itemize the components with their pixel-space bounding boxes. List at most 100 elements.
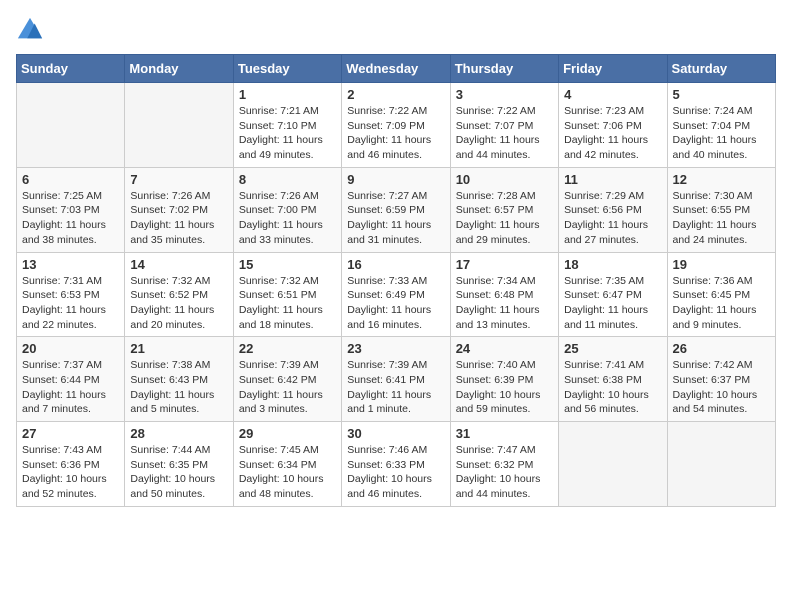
logo-icon: [16, 16, 44, 44]
day-number: 3: [456, 87, 553, 102]
calendar-cell: 28Sunrise: 7:44 AM Sunset: 6:35 PM Dayli…: [125, 422, 233, 507]
day-info: Sunrise: 7:25 AM Sunset: 7:03 PM Dayligh…: [22, 189, 119, 248]
weekday-header: Tuesday: [233, 55, 341, 83]
calendar-cell: [667, 422, 775, 507]
day-number: 17: [456, 257, 553, 272]
calendar-cell: 8 Sunrise: 7:26 AM Sunset: 7:00 PM Daylig…: [233, 167, 341, 252]
day-info: Sunrise: 7:43 AM Sunset: 6:36 PM Dayligh…: [22, 443, 119, 502]
weekday-header-row: SundayMondayTuesdayWednesdayThursdayFrid…: [17, 55, 776, 83]
calendar-cell: 10Sunrise: 7:28 AM Sunset: 6:57 PM Dayli…: [450, 167, 558, 252]
day-number: 31: [456, 426, 553, 441]
calendar-cell: 6Sunrise: 7:25 AM Sunset: 7:03 PM Daylig…: [17, 167, 125, 252]
day-info: Sunrise: 7:22 AM Sunset: 7:09 PM Dayligh…: [347, 104, 444, 163]
day-number: 11: [564, 172, 661, 187]
day-info: Sunrise: 7:33 AM Sunset: 6:49 PM Dayligh…: [347, 274, 444, 333]
calendar-cell: 16 Sunrise: 7:33 AM Sunset: 6:49 PM Dayli…: [342, 252, 450, 337]
day-info: Sunrise: 7:22 AM Sunset: 7:07 PM Dayligh…: [456, 104, 553, 163]
calendar-cell: 22Sunrise: 7:39 AM Sunset: 6:42 PM Dayli…: [233, 337, 341, 422]
weekday-header: Saturday: [667, 55, 775, 83]
day-info: Sunrise: 7:31 AM Sunset: 6:53 PM Dayligh…: [22, 274, 119, 333]
calendar-cell: 19 Sunrise: 7:36 AM Sunset: 6:45 PM Dayli…: [667, 252, 775, 337]
day-info: Sunrise: 7:47 AM Sunset: 6:32 PM Dayligh…: [456, 443, 553, 502]
day-number: 12: [673, 172, 770, 187]
day-number: 10: [456, 172, 553, 187]
day-info: Sunrise: 7:39 AM Sunset: 6:41 PM Dayligh…: [347, 358, 444, 417]
logo: [16, 16, 48, 44]
calendar-cell: 31 Sunrise: 7:47 AM Sunset: 6:32 PM Dayli…: [450, 422, 558, 507]
calendar-cell: 30 Sunrise: 7:46 AM Sunset: 6:33 PM Dayli…: [342, 422, 450, 507]
calendar-cell: 3 Sunrise: 7:22 AM Sunset: 7:07 PM Daylig…: [450, 83, 558, 168]
day-number: 29: [239, 426, 336, 441]
calendar-cell: 2 Sunrise: 7:22 AM Sunset: 7:09 PM Daylig…: [342, 83, 450, 168]
day-number: 8: [239, 172, 336, 187]
day-info: Sunrise: 7:26 AM Sunset: 7:00 PM Dayligh…: [239, 189, 336, 248]
day-info: Sunrise: 7:29 AM Sunset: 6:56 PM Dayligh…: [564, 189, 661, 248]
day-info: Sunrise: 7:24 AM Sunset: 7:04 PM Dayligh…: [673, 104, 770, 163]
day-number: 20: [22, 341, 119, 356]
day-info: Sunrise: 7:42 AM Sunset: 6:37 PM Dayligh…: [673, 358, 770, 417]
day-number: 14: [130, 257, 227, 272]
calendar-cell: 21 Sunrise: 7:38 AM Sunset: 6:43 PM Dayli…: [125, 337, 233, 422]
calendar-week-row: 20 Sunrise: 7:37 AM Sunset: 6:44 PM Dayli…: [17, 337, 776, 422]
weekday-header: Wednesday: [342, 55, 450, 83]
calendar-cell: 11 Sunrise: 7:29 AM Sunset: 6:56 PM Dayli…: [559, 167, 667, 252]
day-number: 24: [456, 341, 553, 356]
day-number: 23: [347, 341, 444, 356]
calendar-cell: 5 Sunrise: 7:24 AM Sunset: 7:04 PM Daylig…: [667, 83, 775, 168]
day-number: 19: [673, 257, 770, 272]
calendar-cell: 17 Sunrise: 7:34 AM Sunset: 6:48 PM Dayli…: [450, 252, 558, 337]
day-info: Sunrise: 7:27 AM Sunset: 6:59 PM Dayligh…: [347, 189, 444, 248]
day-number: 27: [22, 426, 119, 441]
day-info: Sunrise: 7:44 AM Sunset: 6:35 PM Dayligh…: [130, 443, 227, 502]
day-info: Sunrise: 7:34 AM Sunset: 6:48 PM Dayligh…: [456, 274, 553, 333]
day-number: 22: [239, 341, 336, 356]
weekday-header: Sunday: [17, 55, 125, 83]
calendar-cell: 9Sunrise: 7:27 AM Sunset: 6:59 PM Daylig…: [342, 167, 450, 252]
day-info: Sunrise: 7:35 AM Sunset: 6:47 PM Dayligh…: [564, 274, 661, 333]
day-number: 18: [564, 257, 661, 272]
day-number: 16: [347, 257, 444, 272]
day-info: Sunrise: 7:40 AM Sunset: 6:39 PM Dayligh…: [456, 358, 553, 417]
calendar-cell: 29 Sunrise: 7:45 AM Sunset: 6:34 PM Dayli…: [233, 422, 341, 507]
calendar-cell: 18 Sunrise: 7:35 AM Sunset: 6:47 PM Dayli…: [559, 252, 667, 337]
day-number: 4: [564, 87, 661, 102]
calendar-cell: [17, 83, 125, 168]
day-number: 15: [239, 257, 336, 272]
day-info: Sunrise: 7:30 AM Sunset: 6:55 PM Dayligh…: [673, 189, 770, 248]
day-number: 2: [347, 87, 444, 102]
day-info: Sunrise: 7:36 AM Sunset: 6:45 PM Dayligh…: [673, 274, 770, 333]
calendar-cell: [125, 83, 233, 168]
calendar-cell: 26 Sunrise: 7:42 AM Sunset: 6:37 PM Dayli…: [667, 337, 775, 422]
day-info: Sunrise: 7:32 AM Sunset: 6:52 PM Dayligh…: [130, 274, 227, 333]
day-info: Sunrise: 7:37 AM Sunset: 6:44 PM Dayligh…: [22, 358, 119, 417]
day-info: Sunrise: 7:38 AM Sunset: 6:43 PM Dayligh…: [130, 358, 227, 417]
calendar-week-row: 27 Sunrise: 7:43 AM Sunset: 6:36 PM Dayli…: [17, 422, 776, 507]
day-number: 30: [347, 426, 444, 441]
calendar-cell: 1 Sunrise: 7:21 AM Sunset: 7:10 PM Daylig…: [233, 83, 341, 168]
day-number: 7: [130, 172, 227, 187]
calendar-cell: 24 Sunrise: 7:40 AM Sunset: 6:39 PM Dayli…: [450, 337, 558, 422]
day-info: Sunrise: 7:45 AM Sunset: 6:34 PM Dayligh…: [239, 443, 336, 502]
calendar-cell: [559, 422, 667, 507]
calendar-cell: 14 Sunrise: 7:32 AM Sunset: 6:52 PM Dayli…: [125, 252, 233, 337]
day-number: 5: [673, 87, 770, 102]
calendar-week-row: 13 Sunrise: 7:31 AM Sunset: 6:53 PM Dayli…: [17, 252, 776, 337]
day-number: 26: [673, 341, 770, 356]
calendar-week-row: 1 Sunrise: 7:21 AM Sunset: 7:10 PM Daylig…: [17, 83, 776, 168]
weekday-header: Thursday: [450, 55, 558, 83]
weekday-header: Friday: [559, 55, 667, 83]
day-info: Sunrise: 7:21 AM Sunset: 7:10 PM Dayligh…: [239, 104, 336, 163]
day-info: Sunrise: 7:46 AM Sunset: 6:33 PM Dayligh…: [347, 443, 444, 502]
calendar-cell: 12 Sunrise: 7:30 AM Sunset: 6:55 PM Dayli…: [667, 167, 775, 252]
day-info: Sunrise: 7:26 AM Sunset: 7:02 PM Dayligh…: [130, 189, 227, 248]
day-number: 1: [239, 87, 336, 102]
calendar-cell: 13 Sunrise: 7:31 AM Sunset: 6:53 PM Dayli…: [17, 252, 125, 337]
calendar-cell: 25Sunrise: 7:41 AM Sunset: 6:38 PM Dayli…: [559, 337, 667, 422]
day-number: 21: [130, 341, 227, 356]
weekday-header: Monday: [125, 55, 233, 83]
calendar-cell: 27 Sunrise: 7:43 AM Sunset: 6:36 PM Dayli…: [17, 422, 125, 507]
calendar-cell: 7 Sunrise: 7:26 AM Sunset: 7:02 PM Daylig…: [125, 167, 233, 252]
day-number: 13: [22, 257, 119, 272]
header: [16, 16, 776, 44]
calendar-cell: 20 Sunrise: 7:37 AM Sunset: 6:44 PM Dayli…: [17, 337, 125, 422]
